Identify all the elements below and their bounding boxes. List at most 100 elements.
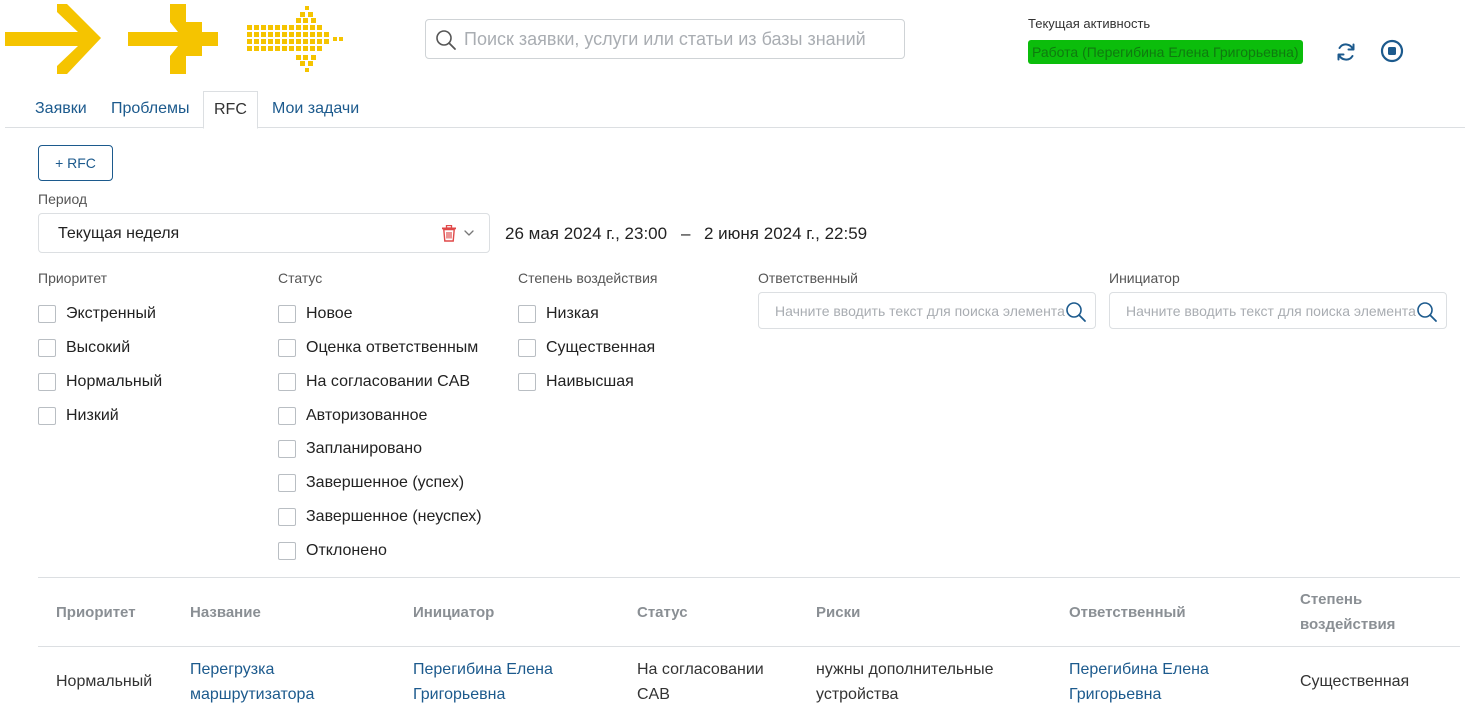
arrow-cross-icon — [128, 4, 218, 74]
checkbox[interactable] — [278, 474, 296, 492]
status-option-authorized[interactable]: Авторизованное — [278, 406, 427, 426]
checkbox-label: Авторизованное — [306, 407, 428, 424]
refresh-icon[interactable] — [1334, 40, 1358, 64]
cell-status: На согласовании CAB — [637, 657, 764, 707]
status-option-completed-failure[interactable]: Завершенное (неуспех) — [278, 507, 482, 527]
column-header-risks[interactable]: Риски — [816, 600, 860, 625]
cell-initiator-line-2: Григорьевна — [413, 686, 506, 703]
tab-bar: Заявки Проблемы RFC Мои задачи — [5, 91, 1465, 129]
cell-responsible-line-1: Перегибина Елена — [1069, 661, 1209, 678]
checkbox[interactable] — [278, 508, 296, 526]
column-header-impact[interactable]: Степень воздействия — [1300, 587, 1395, 637]
cell-name-line-2: маршрутизатора — [190, 686, 315, 703]
priority-option-high[interactable]: Высокий — [38, 338, 130, 358]
cell-priority: Нормальный — [56, 673, 153, 690]
responsible-search-input[interactable] — [775, 293, 1065, 328]
column-header-impact-line-2: воздействия — [1300, 616, 1396, 633]
initiator-filter-label: Инициатор — [1109, 270, 1180, 286]
impact-option-low[interactable]: Низкая — [518, 304, 599, 324]
column-header-initiator[interactable]: Инициатор — [413, 600, 494, 625]
period-value: Текущая неделя — [58, 225, 180, 242]
impact-option-highest[interactable]: Наивысшая — [518, 372, 634, 392]
current-activity-label: Текущая активность — [1028, 16, 1151, 31]
tab-problems[interactable]: Проблемы — [101, 91, 199, 128]
checkbox[interactable] — [38, 373, 56, 391]
checkbox[interactable] — [278, 542, 296, 560]
tab-rfc[interactable]: RFC — [203, 91, 258, 129]
checkbox[interactable] — [518, 373, 536, 391]
trash-icon[interactable] — [441, 225, 457, 242]
table-divider — [38, 577, 1460, 578]
status-option-new[interactable]: Новое — [278, 304, 353, 324]
cell-status-line-1: На согласовании — [637, 661, 764, 678]
cell-risks-line-1: нужны дополнительные — [816, 661, 994, 678]
checkbox-label: Новое — [306, 305, 353, 322]
tab-my-tasks[interactable]: Мои задачи — [262, 91, 369, 128]
search-icon[interactable] — [1065, 301, 1087, 323]
cell-responsible-line-2: Григорьевна — [1069, 686, 1162, 703]
initiator-search[interactable] — [1109, 292, 1447, 329]
checkbox[interactable] — [278, 305, 296, 323]
checkbox[interactable] — [518, 305, 536, 323]
checkbox[interactable] — [38, 339, 56, 357]
checkbox-label: Существенная — [546, 339, 656, 356]
status-filter-label: Статус — [278, 270, 323, 286]
period-end-date: 2 июня 2024 г., 22:59 — [704, 224, 868, 243]
table-header-divider — [38, 646, 1460, 647]
impact-option-significant[interactable]: Существенная — [518, 338, 655, 358]
checkbox[interactable] — [278, 373, 296, 391]
status-option-rejected[interactable]: Отклонено — [278, 541, 387, 561]
priority-filter-label: Приоритет — [38, 270, 108, 286]
checkbox-label: Наивысшая — [546, 373, 634, 390]
status-option-completed-success[interactable]: Завершенное (успех) — [278, 473, 464, 493]
global-search[interactable] — [425, 19, 905, 59]
checkbox[interactable] — [278, 339, 296, 357]
initiator-search-input[interactable] — [1126, 293, 1416, 328]
checkbox-label: Завершенное (успех) — [306, 474, 465, 491]
checkbox-label: Завершенное (неуспех) — [306, 508, 482, 525]
chevron-down-icon[interactable] — [463, 228, 475, 238]
checkbox-label: Высокий — [66, 339, 131, 356]
add-rfc-button[interactable]: + RFC — [38, 145, 113, 181]
status-option-cab-approval[interactable]: На согласовании CAB — [278, 372, 470, 392]
period-label: Период — [38, 191, 88, 207]
status-option-scheduled[interactable]: Запланировано — [278, 439, 422, 459]
column-header-priority[interactable]: Приоритет — [56, 600, 136, 625]
checkbox[interactable] — [518, 339, 536, 357]
priority-option-emergency[interactable]: Экстренный — [38, 304, 156, 324]
cell-name-link[interactable]: Перегрузка маршрутизатора — [190, 657, 314, 707]
current-activity-badge[interactable]: Работа (Перегибина Елена Григорьевна) — [1028, 40, 1303, 64]
priority-option-normal[interactable]: Нормальный — [38, 372, 162, 392]
checkbox-label: На согласовании CAB — [306, 373, 471, 390]
cell-name-line-1: Перегрузка — [190, 661, 275, 678]
status-option-evaluation[interactable]: Оценка ответственным — [278, 338, 478, 358]
header: Текущая активность Работа (Перегибина Ел… — [0, 0, 1465, 90]
checkbox[interactable] — [38, 407, 56, 425]
cell-responsible-link[interactable]: Перегибина Елена Григорьевна — [1069, 657, 1209, 707]
column-header-status[interactable]: Статус — [637, 600, 688, 625]
period-date-separator: – — [681, 224, 691, 243]
checkbox-label: Оценка ответственным — [306, 339, 479, 356]
responsible-search[interactable] — [758, 292, 1096, 329]
cell-initiator-line-1: Перегибина Елена — [413, 661, 553, 678]
global-search-input[interactable] — [464, 20, 894, 58]
checkbox[interactable] — [38, 305, 56, 323]
impact-filter-label: Степень воздействия — [518, 270, 658, 286]
stop-icon[interactable] — [1380, 39, 1404, 63]
priority-option-low[interactable]: Низкий — [38, 406, 119, 426]
checkbox[interactable] — [278, 407, 296, 425]
arrow-right-icon — [5, 4, 101, 74]
search-icon[interactable] — [1416, 301, 1438, 323]
column-header-impact-line-1: Степень — [1300, 591, 1363, 608]
checkbox-label: Отклонено — [306, 542, 387, 559]
checkbox[interactable] — [278, 440, 296, 458]
search-icon — [436, 30, 456, 50]
column-header-name[interactable]: Название — [190, 600, 261, 625]
dotted-arrow-icon — [247, 6, 343, 72]
period-select[interactable]: Текущая неделя — [38, 213, 490, 253]
cell-initiator-link[interactable]: Перегибина Елена Григорьевна — [413, 657, 553, 707]
tab-requests[interactable]: Заявки — [25, 91, 97, 128]
checkbox-label: Запланировано — [306, 440, 422, 457]
column-header-responsible[interactable]: Ответственный — [1069, 600, 1186, 625]
checkbox-label: Низкая — [546, 305, 599, 322]
